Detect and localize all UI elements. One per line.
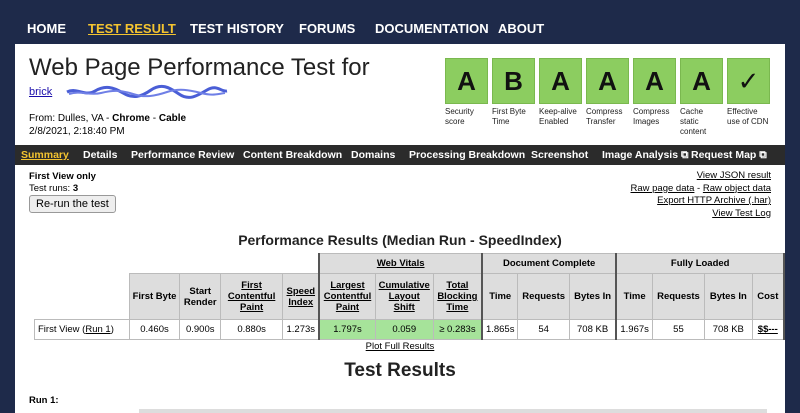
fl-requests-value: 55 xyxy=(651,319,706,340)
tab-screenshot[interactable]: Screenshot xyxy=(531,149,588,161)
first-view-only: First View only xyxy=(29,171,96,182)
test-date: 2/8/2021, 2:18:40 PM xyxy=(29,126,125,137)
fl-bytes-value: 708 KB xyxy=(704,319,753,340)
row-label: First View (Run 1) xyxy=(34,319,130,340)
col-dc-bytes: Bytes In xyxy=(568,273,618,320)
dc-time-value: 1.865s xyxy=(480,319,519,340)
lcp-value: 1.797s xyxy=(318,319,376,340)
sub-nav: Summary Details Performance Review Conte… xyxy=(15,145,785,165)
result-panel: Web Page Performance Test for brick From… xyxy=(15,44,785,413)
col-lcp: Largest Contentful Paint xyxy=(318,273,376,320)
col-start-render: Start Render xyxy=(179,273,222,320)
rerun-button[interactable]: Re-run the test xyxy=(29,195,116,213)
web-vitals-group: Web Vitals xyxy=(318,253,483,274)
waterfall-header-bar xyxy=(139,409,767,413)
web-vitals-link[interactable]: Web Vitals xyxy=(377,258,425,269)
col-cls: Cumulative Layout Shift xyxy=(374,273,434,320)
test-results-heading: Test Results xyxy=(344,360,456,381)
run-1-label: Run 1: xyxy=(29,395,59,406)
document-complete-group: Document Complete xyxy=(480,253,618,274)
plot-full-results: Plot Full Results xyxy=(15,341,785,352)
performance-heading: Performance Results (Median Run - SpeedI… xyxy=(238,232,562,248)
fully-loaded-group: Fully Loaded xyxy=(615,253,785,274)
tbt-value: ≥ 0.283s xyxy=(432,319,483,340)
nav-about[interactable]: ABOUT xyxy=(498,21,544,36)
grade-cdn[interactable]: ✓ Effective use of CDN xyxy=(727,58,770,127)
dc-requests-value: 54 xyxy=(517,319,570,340)
tab-content-breakdown[interactable]: Content Breakdown xyxy=(243,149,342,161)
raw-object-data-link[interactable]: Raw object data xyxy=(703,183,771,194)
tab-domains[interactable]: Domains xyxy=(351,149,395,161)
col-tbt: Total Blocking Time xyxy=(432,273,483,320)
col-dc-requests: Requests xyxy=(517,273,570,320)
grade-cache-static[interactable]: A Cache static content xyxy=(680,58,723,137)
col-fl-time: Time xyxy=(615,273,653,320)
top-nav: HOME TEST RESULT TEST HISTORY FORUMS DOC… xyxy=(0,0,800,44)
page-title: Web Page Performance Test for xyxy=(29,54,370,81)
redacted-url-scribble xyxy=(66,84,228,99)
tab-image-analysis[interactable]: Image Analysis ⧉ xyxy=(602,149,688,162)
speed-index-value: 1.273s xyxy=(282,319,320,340)
grade-security[interactable]: A Security score xyxy=(445,58,488,127)
grade-compress-images[interactable]: A Compress Images xyxy=(633,58,676,127)
tab-summary[interactable]: Summary xyxy=(21,149,69,161)
nav-test-result[interactable]: TEST RESULT xyxy=(88,21,176,36)
cls-value: 0.059 xyxy=(374,319,434,340)
fcp-value: 0.880s xyxy=(220,319,284,340)
export-har-link[interactable]: Export HTTP Archive (.har) xyxy=(657,195,771,206)
tab-processing-breakdown[interactable]: Processing Breakdown xyxy=(409,149,525,161)
checkmark-icon: ✓ xyxy=(727,58,770,104)
raw-page-data-link[interactable]: Raw page data xyxy=(631,183,695,194)
start-render-value: 0.900s xyxy=(179,319,222,340)
test-location: From: Dulles, VA - Chrome - Cable xyxy=(29,113,187,124)
nav-documentation[interactable]: DOCUMENTATION xyxy=(375,21,489,36)
col-dc-time: Time xyxy=(480,273,519,320)
tab-performance-review[interactable]: Performance Review xyxy=(131,149,234,161)
table-row: First View (Run 1) 0.460s 0.900s 0.880s … xyxy=(34,319,785,340)
col-fcp: First Contentful Paint xyxy=(220,273,284,320)
view-json-link[interactable]: View JSON result xyxy=(697,170,771,181)
first-byte-value: 0.460s xyxy=(128,319,181,340)
grade-first-byte[interactable]: B First Byte Time xyxy=(492,58,535,127)
performance-table: Web Vitals Document Complete Fully Loade… xyxy=(34,253,785,340)
cost-value: $$--- xyxy=(751,319,785,340)
view-test-log-link[interactable]: View Test Log xyxy=(712,208,771,219)
grade-compress-transfer[interactable]: A Compress Transfer xyxy=(586,58,629,127)
fl-time-value: 1.967s xyxy=(615,319,653,340)
tab-details[interactable]: Details xyxy=(83,149,117,161)
cost-link[interactable]: $$--- xyxy=(758,324,778,335)
grade-keep-alive[interactable]: A Keep-alive Enabled xyxy=(539,58,582,127)
col-fl-requests: Requests xyxy=(651,273,706,320)
col-cost: Cost xyxy=(751,273,785,320)
nav-forums[interactable]: FORUMS xyxy=(299,21,355,36)
col-first-byte: First Byte xyxy=(128,273,181,320)
col-speed-index: Speed Index xyxy=(282,273,320,320)
nav-home[interactable]: HOME xyxy=(27,21,66,36)
dc-bytes-value: 708 KB xyxy=(568,319,618,340)
run-1-link[interactable]: Run 1 xyxy=(85,324,110,335)
tab-request-map[interactable]: Request Map ⧉ xyxy=(691,149,767,162)
result-links: View JSON result Raw page data - Raw obj… xyxy=(630,170,772,219)
nav-test-history[interactable]: TEST HISTORY xyxy=(190,21,284,36)
plot-full-results-link[interactable]: Plot Full Results xyxy=(366,341,435,352)
col-fl-bytes: Bytes In xyxy=(704,273,753,320)
test-runs: Test runs: 3 xyxy=(29,183,79,194)
